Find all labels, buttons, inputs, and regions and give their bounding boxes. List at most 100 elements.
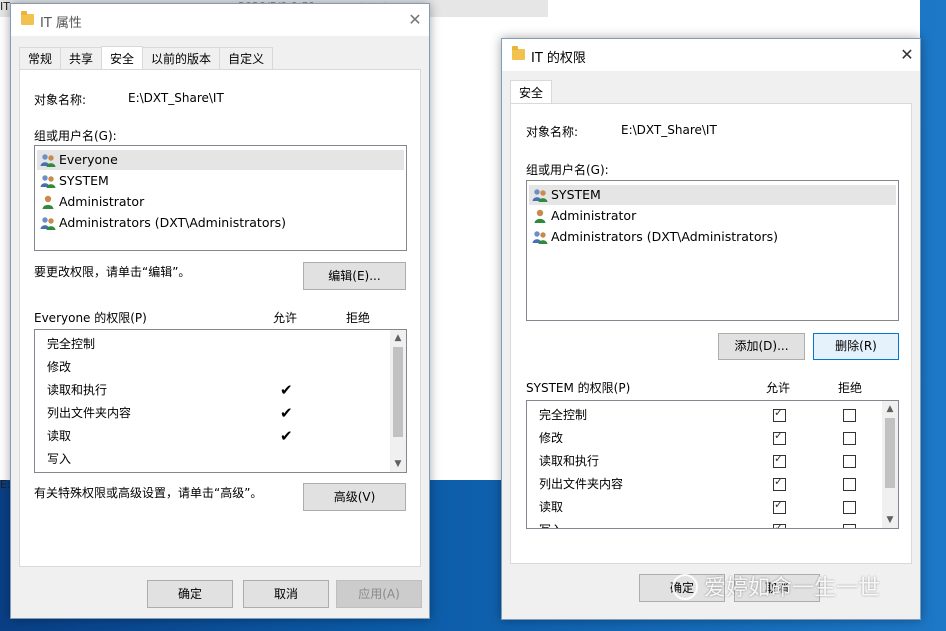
user-list[interactable]: SYSTEM Administrator Administrators (DXT\A… — [526, 180, 899, 321]
list-item[interactable]: Administrators (DXT\Administrators) — [37, 213, 404, 233]
allow-header: 允许 — [766, 381, 791, 395]
users-group-icon — [532, 230, 548, 244]
deny-checkbox[interactable] — [843, 524, 856, 528]
deny-checkbox[interactable] — [843, 455, 856, 468]
list-item[interactable]: Administrator — [37, 192, 404, 212]
advanced-hint: 有关特殊权限或高级设置，请单击“高级”。 — [34, 486, 263, 500]
permission-row: 完全控制 — [539, 408, 588, 422]
tab-4[interactable]: 自定义 — [219, 47, 274, 70]
deny-checkbox[interactable] — [843, 409, 856, 422]
users-group-icon — [40, 216, 56, 230]
checkmark-icon: ✓ — [774, 452, 784, 465]
watermark: 爱婷如命一生一世 — [672, 570, 932, 610]
permission-list: ▲ ▼ 完全控制 ✓ 修改 ✓ 读取和执行 ✓ 列出文件夹内容 ✓ 读取 ✓ 写入 ✓ — [526, 400, 899, 529]
group-user-label: 组或用户名(G): — [34, 129, 117, 143]
user-list[interactable]: Everyone SYSTEM Administrator Administrator… — [34, 145, 407, 251]
tab-2[interactable]: 安全 — [101, 46, 144, 71]
edit-button[interactable]: 编辑(E)... — [303, 262, 406, 290]
deny-checkbox[interactable] — [843, 432, 856, 445]
checkmark-icon: ✓ — [774, 521, 784, 529]
deny-checkbox[interactable] — [843, 478, 856, 491]
permission-scrollbar[interactable]: ▲ ▼ — [882, 401, 898, 528]
checkmark-icon: ✓ — [774, 475, 784, 488]
object-name-label: 对象名称: — [526, 125, 579, 139]
list-item[interactable]: Administrator — [529, 206, 896, 226]
deny-header: 拒绝 — [346, 311, 371, 325]
checkmark-icon: ✓ — [774, 498, 784, 511]
list-item[interactable]: SYSTEM — [37, 171, 404, 191]
object-name-value: E:\DXT_Share\IT — [128, 91, 224, 105]
allow-checkbox[interactable]: ✓ — [773, 429, 786, 445]
advanced-button[interactable]: 高级(V) — [303, 483, 406, 511]
properties-tabs: 常规 共享 安全 以前的版本 自定义 — [19, 45, 274, 71]
allow-header: 允许 — [273, 311, 298, 325]
tab-security[interactable]: 安全 — [510, 80, 553, 105]
remove-button[interactable]: 删除(R) — [813, 333, 899, 360]
list-item[interactable]: SYSTEM — [529, 185, 896, 205]
tab-3[interactable]: 以前的版本 — [142, 47, 221, 70]
checkmark-icon: ✓ — [774, 406, 784, 419]
user-name: Administrator — [59, 194, 145, 209]
tab-0[interactable]: 常规 — [19, 47, 62, 70]
allow-checkbox[interactable]: ✓ — [773, 498, 786, 514]
tab-1[interactable]: 共享 — [60, 47, 103, 70]
permission-row: 修改 — [539, 431, 564, 445]
users-group-icon — [40, 153, 56, 167]
scroll-thumb[interactable] — [393, 347, 403, 437]
edge-label: IT — [0, 0, 10, 13]
user-icon — [40, 195, 56, 209]
permission-row: 读取和执行 — [539, 454, 600, 468]
deny-header: 拒绝 — [838, 381, 863, 395]
apply-button[interactable]: 应用(A) — [336, 580, 422, 608]
permission-row: 列出文件夹内容 — [47, 406, 132, 420]
properties-titlebar: IT 属性 ✕ — [11, 4, 429, 36]
scroll-up-icon[interactable]: ▲ — [390, 333, 406, 343]
allow-check-icon: ✔ — [280, 427, 293, 445]
permissions-title: IT 的权限 — [531, 51, 586, 66]
scroll-down-icon[interactable]: ▼ — [882, 515, 898, 525]
checkmark-icon: ✓ — [774, 429, 784, 442]
permission-scrollbar[interactable]: ▲ ▼ — [390, 330, 406, 472]
watermark-text: 爱婷如命一生一世 — [704, 576, 881, 601]
folder-icon — [21, 11, 34, 25]
allow-checkbox[interactable]: ✓ — [773, 521, 786, 529]
permission-row: 读取和执行 — [47, 383, 108, 397]
cancel-button[interactable]: 取消 — [243, 580, 329, 608]
permission-title: Everyone 的权限(P) — [34, 311, 147, 325]
scroll-down-icon[interactable]: ▼ — [390, 459, 406, 469]
permissions-panel: 对象名称: E:\DXT_Share\IT 组或用户名(G): SYSTEM Ad… — [510, 103, 912, 564]
object-name-label: 对象名称: — [34, 93, 87, 107]
close-button[interactable]: ✕ — [405, 10, 425, 30]
scroll-up-icon[interactable]: ▲ — [882, 404, 898, 414]
permission-row: 写入 — [539, 520, 563, 528]
allow-check-icon: ✔ — [280, 381, 293, 399]
wechat-logo-icon — [672, 574, 698, 600]
permission-row: 列出文件夹内容 — [539, 477, 624, 491]
properties-title: IT 属性 — [40, 16, 82, 31]
permission-row: 完全控制 — [47, 337, 96, 351]
permission-title: SYSTEM 的权限(P) — [526, 381, 631, 395]
permissions-tabs: 安全 — [510, 79, 553, 105]
folder-icon — [512, 46, 525, 60]
add-button[interactable]: 添加(D)... — [718, 333, 805, 360]
list-item[interactable]: Administrators (DXT\Administrators) — [529, 227, 896, 247]
list-item[interactable]: Everyone — [37, 150, 404, 170]
allow-checkbox[interactable]: ✓ — [773, 406, 786, 422]
close-button[interactable]: ✕ — [897, 45, 917, 65]
ok-button[interactable]: 确定 — [147, 580, 233, 608]
allow-checkbox[interactable]: ✓ — [773, 452, 786, 468]
object-name-value: E:\DXT_Share\IT — [621, 123, 717, 137]
user-name: Administrators (DXT\Administrators) — [59, 215, 286, 230]
change-permission-hint: 要更改权限，请单击“编辑”。 — [34, 265, 191, 279]
user-name: Everyone — [59, 152, 118, 167]
permission-list: ▲ ▼ 完全控制 修改 读取和执行 ✔ 列出文件夹内容 ✔ 读取 ✔ 写入 — [34, 329, 407, 473]
deny-checkbox[interactable] — [843, 501, 856, 514]
group-user-label: 组或用户名(G): — [526, 163, 609, 177]
allow-checkbox[interactable]: ✓ — [773, 475, 786, 491]
allow-check-icon: ✔ — [280, 404, 293, 422]
scroll-thumb[interactable] — [885, 418, 895, 488]
users-group-icon — [40, 174, 56, 188]
properties-dialog: IT 属性 ✕ 常规 共享 安全 以前的版本 自定义 对象名称: E:\DXT_Shar… — [10, 3, 430, 619]
user-icon — [532, 209, 548, 223]
permission-row: 修改 — [47, 360, 72, 374]
